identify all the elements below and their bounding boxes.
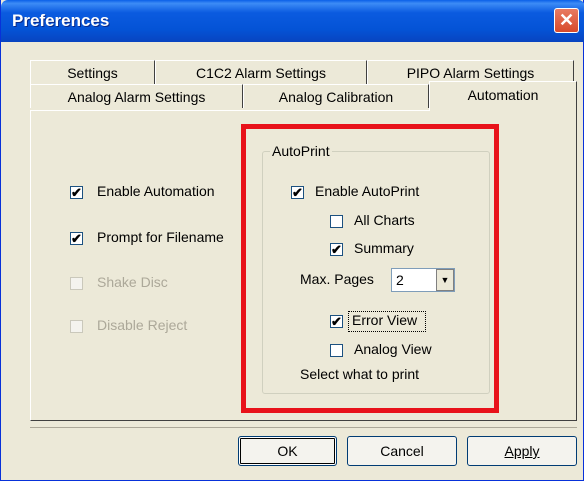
apply-button[interactable]: Apply — [467, 436, 577, 466]
analog-view-checkbox[interactable] — [330, 344, 343, 357]
summary-label: Summary — [354, 240, 414, 256]
ok-button[interactable]: OK — [238, 436, 337, 466]
check-icon: ✔ — [331, 314, 342, 329]
autoprint-group-title: AutoPrint — [270, 143, 332, 159]
max-pages-value: 2 — [396, 272, 404, 288]
button-separator — [30, 427, 577, 428]
error-view-checkbox[interactable]: ✔ — [330, 315, 343, 328]
check-icon: ✔ — [331, 242, 342, 257]
analog-view-label: Analog View — [354, 341, 432, 357]
prompt-for-filename-checkbox[interactable]: ✔ — [70, 232, 83, 245]
disable-reject-label: Disable Reject — [97, 317, 188, 333]
autoprint-hint: Select what to print — [300, 366, 420, 382]
summary-checkbox[interactable]: ✔ — [330, 243, 343, 256]
enable-autoprint-label: Enable AutoPrint — [315, 183, 420, 199]
chevron-down-icon: ▼ — [440, 275, 450, 285]
preferences-window: Preferences ✕ Settings C1C2 Alarm Settin… — [0, 0, 584, 481]
prompt-for-filename-label: Prompt for Filename — [97, 229, 224, 245]
tab-settings[interactable]: Settings — [30, 60, 155, 84]
tab-analog-alarm-settings[interactable]: Analog Alarm Settings — [30, 84, 243, 108]
dropdown-button[interactable]: ▼ — [436, 269, 454, 291]
check-icon: ✔ — [71, 185, 82, 200]
tab-c1c2-alarm-settings[interactable]: C1C2 Alarm Settings — [155, 60, 367, 84]
enable-autoprint-checkbox[interactable]: ✔ — [291, 186, 304, 199]
max-pages-select[interactable]: 2 ▼ — [391, 268, 455, 292]
error-view-label: Error View — [352, 312, 418, 328]
shake-disc-label: Shake Disc — [97, 274, 168, 290]
enable-automation-label: Enable Automation — [97, 183, 215, 199]
close-icon: ✕ — [558, 10, 575, 30]
tab-automation[interactable]: Automation — [429, 81, 577, 111]
tab-analog-calibration[interactable]: Analog Calibration — [243, 84, 429, 108]
window-title: Preferences — [12, 11, 110, 30]
all-charts-label: All Charts — [354, 212, 415, 228]
enable-automation-checkbox[interactable]: ✔ — [70, 186, 83, 199]
disable-reject-checkbox — [70, 320, 83, 333]
title-bar[interactable]: Preferences ✕ — [1, 0, 584, 42]
max-pages-label: Max. Pages — [300, 271, 374, 287]
cancel-button[interactable]: Cancel — [347, 436, 457, 466]
shake-disc-checkbox — [70, 277, 83, 290]
check-icon: ✔ — [71, 231, 82, 246]
check-icon: ✔ — [292, 185, 303, 200]
all-charts-checkbox[interactable] — [330, 215, 343, 228]
close-button[interactable]: ✕ — [554, 8, 579, 33]
